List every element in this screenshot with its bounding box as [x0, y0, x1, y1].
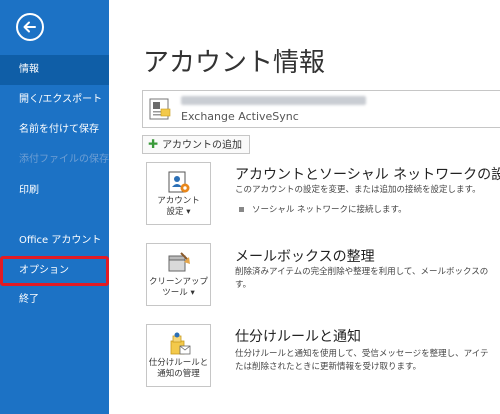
section-title-mailbox-cleanup: メールボックスの整理 — [235, 249, 375, 265]
back-arrow-icon[interactable] — [16, 13, 44, 41]
section-desc: このアカウントの設定を変更、または追加の接続を設定します。 — [235, 185, 481, 195]
section-desc-cont: す。 — [235, 280, 252, 290]
account-settings-button[interactable]: アカウント 設定 ▾ — [146, 162, 211, 225]
plus-icon: ✚ — [148, 137, 159, 151]
cleanup-tools-button[interactable]: クリーンアップ ツール ▾ — [146, 243, 211, 306]
sidebar-item-print[interactable]: 印刷 — [0, 176, 109, 206]
sidebar-item-save-attachments: 添付ファイルの保存 — [19, 154, 109, 165]
tile-label-line2: ツール ▾ — [162, 288, 195, 298]
section-bullet-text: ソーシャル ネットワークに接続します。 — [252, 205, 407, 215]
tile-label-line1: アカウント — [157, 196, 200, 206]
account-type: Exchange ActiveSync — [181, 110, 299, 123]
sidebar-item-open-export[interactable]: 開く/エクスポート — [0, 85, 109, 115]
sidebar-item-save-as[interactable]: 名前を付けて保存 — [0, 115, 109, 145]
section-desc: 削除済みアイテムの完全削除や整理を利用して、メールボックスの — [235, 267, 489, 277]
add-account-label: アカウントの追加 — [162, 140, 243, 151]
account-selector[interactable]: Exchange ActiveSync — [142, 90, 500, 128]
section-desc: 仕分けルールと通知を使用して、受信メッセージを整理し、アイテ — [235, 349, 489, 359]
section-desc-cont: たは削除されたときに更新情報を受け取ります。 — [235, 362, 422, 372]
sidebar-item-exit[interactable]: 終了 — [0, 285, 109, 315]
section-title-rules-alerts: 仕分けルールと通知 — [235, 329, 361, 345]
account-email-redacted — [181, 96, 366, 105]
exchange-account-icon — [149, 98, 171, 120]
bullet-icon — [239, 207, 244, 212]
cleanup-tools-icon — [168, 252, 190, 272]
section-title-account-social: アカウントとソーシャル ネットワークの設定 — [235, 167, 500, 183]
manage-rules-alerts-button[interactable]: 仕分けルールと 通知の管理 — [146, 324, 211, 387]
sidebar-item-options[interactable]: オプション — [0, 256, 109, 286]
tile-label-line1: 仕分けルールと — [148, 358, 209, 368]
backstage-sidebar: 情報 開く/エクスポート 名前を付けて保存 添付ファイルの保存 印刷 Offic… — [0, 0, 109, 414]
rules-alerts-icon — [170, 332, 191, 355]
section-bullet: ソーシャル ネットワークに接続します。 — [239, 203, 407, 215]
sidebar-item-office-account[interactable]: Office アカウント — [0, 226, 109, 256]
page-title: アカウント情報 — [143, 48, 326, 78]
tile-label-line2: 通知の管理 — [157, 369, 200, 379]
add-account-button[interactable]: ✚ アカウントの追加 — [142, 135, 251, 154]
tile-label-line1: クリーンアップ — [148, 277, 209, 287]
sidebar-item-info[interactable]: 情報 — [0, 55, 109, 85]
account-settings-icon — [168, 171, 190, 193]
tile-label-line2: 設定 ▾ — [166, 207, 191, 217]
